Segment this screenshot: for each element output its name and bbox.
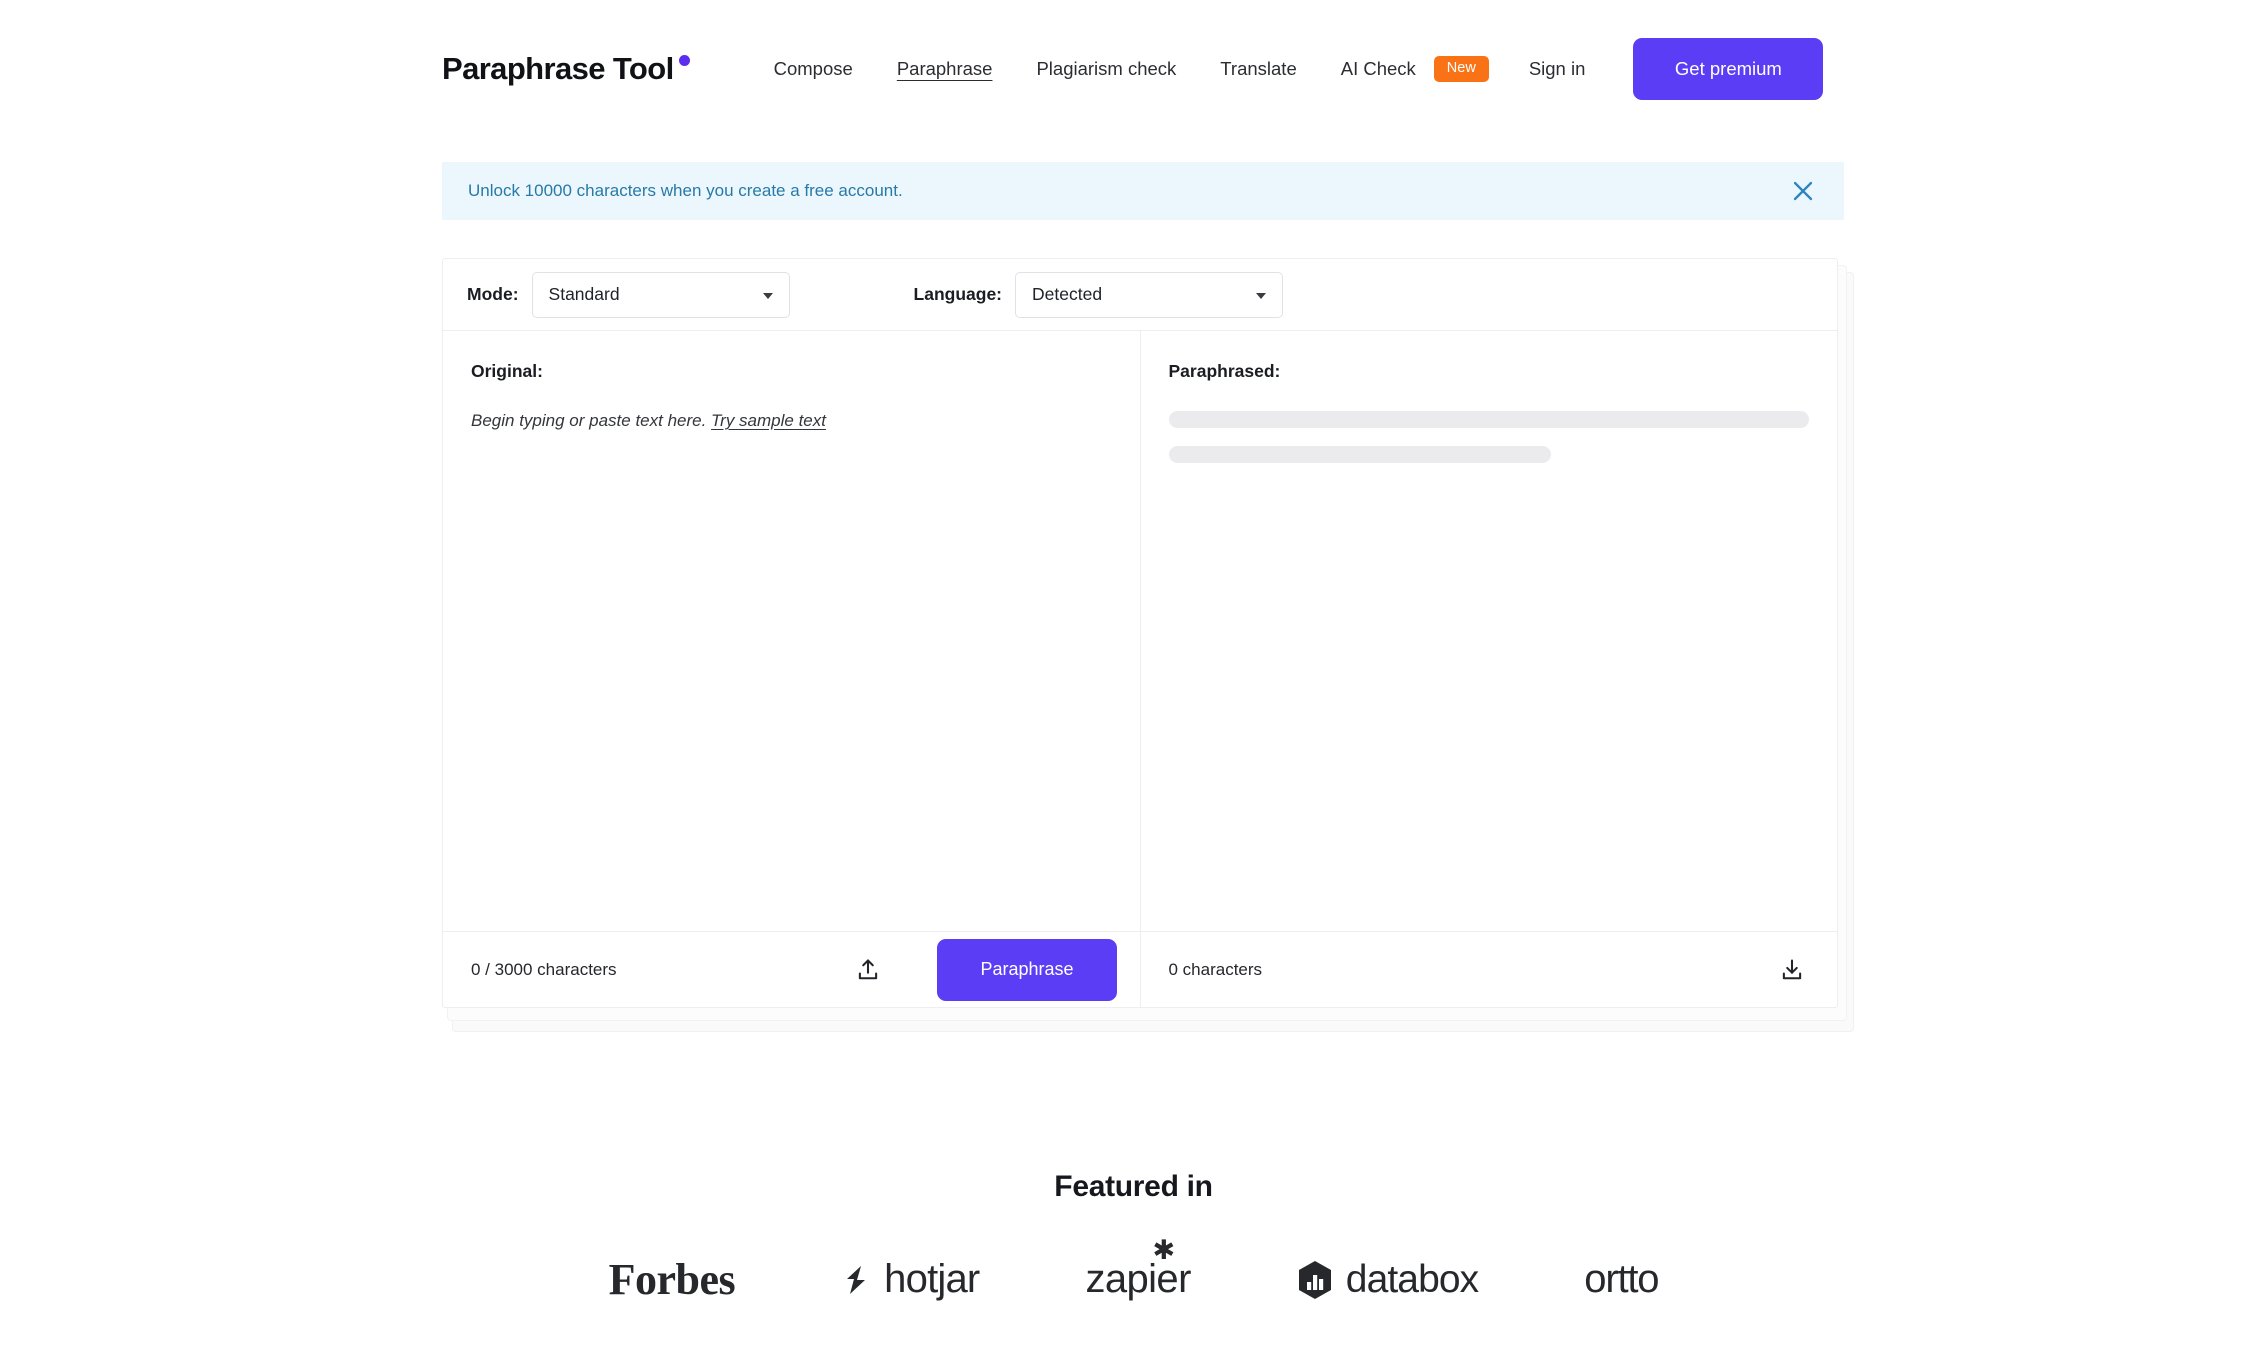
databox-logo: databox (1297, 1258, 1479, 1302)
banner-message: Unlock 10000 characters when you create … (468, 181, 903, 200)
tool-footer: 0 / 3000 characters Paraphrase 0 charact… (443, 931, 1837, 1007)
hotjar-logo-text: hotjar (884, 1257, 980, 1301)
featured-in-title: Featured in (1054, 1170, 1213, 1203)
output-character-counter: 0 characters (1168, 959, 1263, 979)
nav-item-plagiarism-check[interactable]: Plagiarism check (1014, 52, 1198, 86)
ortto-logo-text: ortto (1584, 1257, 1659, 1301)
free-account-banner: Unlock 10000 characters when you create … (442, 162, 1844, 220)
nav-item-paraphrase[interactable]: Paraphrase (875, 52, 1015, 86)
paraphrase-tool-card: Mode: Standard Language: Detected Origin… (442, 258, 1838, 1008)
nav-inner: Paraphrase Tool Compose Paraphrase Plagi… (442, 38, 1852, 100)
output-skeleton-line-1 (1168, 411, 1809, 428)
forbes-logo-text: Forbes (608, 1255, 736, 1304)
footer-right: 0 characters (1141, 932, 1838, 1007)
language-label: Language: (913, 284, 1003, 304)
chevron-down-icon (762, 292, 773, 299)
language-select[interactable]: Detected (1015, 271, 1284, 318)
mode-field-group: Mode: Standard (467, 271, 790, 318)
original-placeholder-text: Begin typing or paste text here. (471, 411, 707, 430)
paraphrased-pane: Paraphrased: (1141, 331, 1838, 931)
nav-item-ai-check[interactable]: AI Check New (1319, 50, 1501, 88)
mode-selected-value: Standard (548, 284, 620, 304)
paraphrase-button[interactable]: Paraphrase (937, 938, 1117, 1001)
editor-panes: Original: Begin typing or paste text her… (443, 331, 1837, 931)
try-sample-text-link[interactable]: Try sample text (711, 411, 826, 430)
tool-options-toolbar: Mode: Standard Language: Detected (443, 259, 1837, 331)
top-navigation-bar: Paraphrase Tool Compose Paraphrase Plagi… (0, 0, 2267, 118)
download-icon[interactable] (1775, 953, 1809, 987)
zapier-star-icon: ✱ (1152, 1235, 1175, 1265)
zapier-logo-text: zapier (1085, 1257, 1191, 1301)
mode-select[interactable]: Standard (531, 271, 790, 318)
brand-dot-icon (678, 55, 690, 66)
new-badge: New (1433, 56, 1489, 82)
close-icon[interactable] (1786, 174, 1820, 208)
get-premium-button[interactable]: Get premium (1633, 38, 1824, 100)
original-label: Original: (471, 361, 543, 381)
nav-item-compose[interactable]: Compose (752, 52, 875, 86)
zapier-logo: zapier ✱ (1085, 1237, 1191, 1302)
original-placeholder: Begin typing or paste text here. Try sam… (471, 411, 1112, 431)
output-skeleton-line-2 (1168, 446, 1551, 463)
language-field-group: Language: Detected (913, 271, 1284, 318)
ortto-logo: ortto (1584, 1257, 1659, 1302)
featured-in-section: Featured in Forbes hotjar zapier ✱ datab… (0, 1170, 2267, 1305)
forbes-logo: Forbes (609, 1254, 736, 1305)
brand-name: Paraphrase Tool (442, 51, 674, 86)
language-selected-value: Detected (1032, 284, 1103, 304)
mode-label: Mode: (467, 284, 519, 304)
paraphrased-label: Paraphrased: (1168, 361, 1281, 381)
nav-item-ai-check-label: AI Check (1340, 57, 1416, 79)
featured-logo-row: Forbes hotjar zapier ✱ databox ortto (0, 1237, 2267, 1305)
footer-left: 0 / 3000 characters Paraphrase (443, 932, 1141, 1007)
upload-icon[interactable] (851, 953, 885, 987)
hotjar-logo: hotjar (841, 1257, 980, 1302)
chevron-down-icon (1256, 292, 1267, 299)
databox-mark-icon (1297, 1260, 1333, 1300)
original-pane[interactable]: Original: Begin typing or paste text her… (443, 331, 1141, 931)
page-root: Paraphrase Tool Compose Paraphrase Plagi… (0, 0, 2267, 1360)
paraphrase-tool-card-wrapper: Mode: Standard Language: Detected Origin… (442, 258, 1854, 1032)
sign-in-link[interactable]: Sign in (1529, 58, 1586, 80)
brand-logo[interactable]: Paraphrase Tool (442, 51, 690, 87)
hotjar-mark-icon (841, 1263, 871, 1297)
nav-links: Compose Paraphrase Plagiarism check Tran… (752, 38, 1824, 100)
input-character-counter: 0 / 3000 characters (471, 959, 617, 979)
databox-logo-text: databox (1345, 1257, 1479, 1301)
nav-item-translate[interactable]: Translate (1198, 52, 1318, 86)
